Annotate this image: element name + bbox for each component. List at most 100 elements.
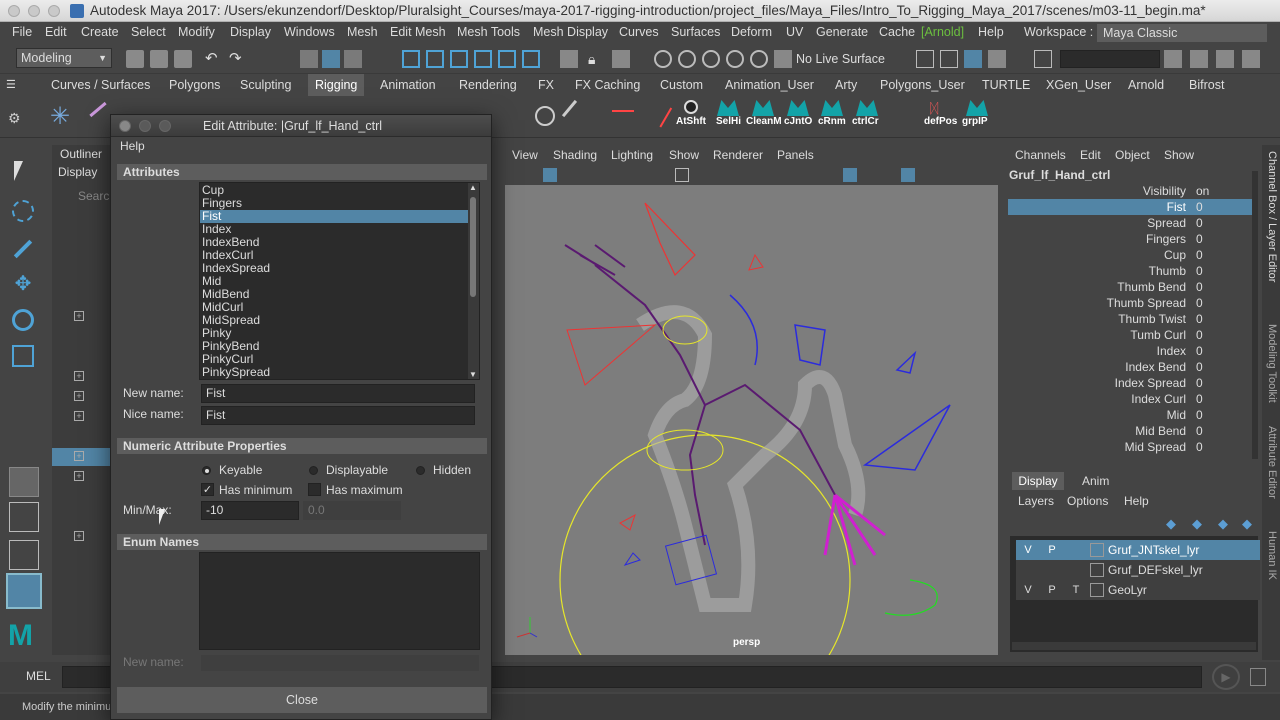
joint-tool-icon[interactable]: ✳: [50, 102, 70, 131]
enum-names-header[interactable]: Enum Names: [117, 534, 487, 550]
expand-icon[interactable]: +: [74, 371, 84, 381]
select-highlight-icon[interactable]: [612, 50, 630, 68]
menu-deform[interactable]: Deform: [731, 22, 772, 42]
input-output-icon[interactable]: [560, 50, 578, 68]
defpos-icon[interactable]: ᛞ: [930, 100, 952, 116]
undo-icon[interactable]: ↶: [205, 50, 223, 68]
menu-select[interactable]: Select: [131, 22, 166, 42]
menu-arnold[interactable]: [Arnold]: [921, 22, 964, 42]
channel-row[interactable]: Tumb Curl 0: [1008, 327, 1258, 343]
has-maximum-checkbox[interactable]: [308, 483, 321, 496]
new-layer-selected-icon[interactable]: ◆: [1242, 516, 1252, 532]
layer-playback-toggle[interactable]: P: [1044, 542, 1060, 558]
dialog-close-icon[interactable]: [119, 120, 131, 132]
layer-color-swatch[interactable]: [1090, 583, 1104, 597]
close-button[interactable]: Close: [117, 687, 487, 713]
menu-modify[interactable]: Modify: [178, 22, 215, 42]
channel-name[interactable]: Visibility: [1143, 183, 1186, 199]
layers-menu-layers[interactable]: Layers: [1018, 494, 1054, 508]
move-layer-down-icon[interactable]: ◆: [1192, 516, 1202, 532]
layer-row[interactable]: V P T GeoLyr: [1016, 580, 1260, 600]
layer-color-swatch[interactable]: [1090, 563, 1104, 577]
zoom-window-icon[interactable]: [48, 5, 60, 17]
channel-name[interactable]: Thumb Spread: [1107, 295, 1186, 311]
grid-icon[interactable]: [675, 168, 689, 182]
command-language-label[interactable]: MEL: [26, 669, 51, 683]
layer-row[interactable]: V P Gruf_JNTskel_lyr: [1016, 540, 1260, 560]
side-tab-channel-box[interactable]: Channel Box / Layer Editor: [1266, 151, 1278, 311]
quick-select-field[interactable]: [1060, 50, 1160, 68]
camera-icon[interactable]: [543, 168, 557, 182]
channel-row[interactable]: Fingers 0: [1008, 231, 1258, 247]
attribute-list-item[interactable]: Fist: [200, 210, 468, 223]
channel-row[interactable]: Index Curl 0: [1008, 391, 1258, 407]
lock-icon[interactable]: 🔒︎: [588, 50, 606, 68]
attribute-list-item[interactable]: IndexSpread: [200, 262, 468, 275]
expand-icon[interactable]: +: [74, 391, 84, 401]
expand-icon[interactable]: +: [74, 311, 84, 321]
channel-row[interactable]: Mid Bend 0: [1008, 423, 1258, 439]
magnet-icon[interactable]: [678, 50, 696, 68]
menu-edit[interactable]: Edit: [45, 22, 67, 42]
smooth-shade-icon[interactable]: [843, 168, 857, 182]
layer-visibility-toggle[interactable]: V: [1020, 542, 1036, 558]
channel-row[interactable]: Mid Spread 0: [1008, 439, 1258, 455]
layers-menu-options[interactable]: Options: [1067, 494, 1108, 508]
channel-row[interactable]: Index Bend 0: [1008, 359, 1258, 375]
viewport-3d[interactable]: persp: [505, 185, 998, 720]
viewport-menu-renderer[interactable]: Renderer: [713, 148, 763, 162]
make-live-icon[interactable]: [774, 50, 792, 68]
side-tab-attribute-editor[interactable]: Attribute Editor: [1266, 426, 1278, 536]
channel-value[interactable]: 0: [1196, 247, 1203, 263]
side-tab-modeling-toolkit[interactable]: Modeling Toolkit: [1266, 324, 1278, 434]
viewport-menu-view[interactable]: View: [512, 148, 538, 162]
channel-row[interactable]: Spread 0: [1008, 215, 1258, 231]
move-tool-icon[interactable]: ✥: [12, 273, 34, 295]
channel-row[interactable]: Cup 0: [1008, 247, 1258, 263]
channel-value[interactable]: 0: [1196, 263, 1203, 279]
attribute-list-scrollbar[interactable]: ▲ ▼: [468, 183, 479, 379]
channel-name[interactable]: Index Curl: [1131, 391, 1186, 407]
channel-row[interactable]: Thumb Spread 0: [1008, 295, 1258, 311]
dialog-menu-help[interactable]: Help: [120, 139, 145, 153]
channel-value[interactable]: 0: [1196, 343, 1203, 359]
attributes-section-header[interactable]: Attributes: [117, 164, 487, 180]
channel-row[interactable]: Thumb Twist 0: [1008, 311, 1258, 327]
layer-playback-toggle[interactable]: P: [1044, 582, 1060, 598]
channel-name[interactable]: Mid Bend: [1135, 423, 1186, 439]
cjnto-icon[interactable]: [787, 100, 809, 116]
rotate-tool-icon[interactable]: [12, 309, 34, 331]
channel-name[interactable]: Mid Spread: [1125, 439, 1186, 455]
viewport-menu-show[interactable]: Show: [669, 148, 699, 162]
menu-edit-mesh[interactable]: Edit Mesh: [390, 22, 446, 42]
channel-value[interactable]: 0: [1196, 391, 1203, 407]
play-overlay-icon[interactable]: ▶: [1212, 664, 1240, 690]
menu-create[interactable]: Create: [81, 22, 119, 42]
menu-curves[interactable]: Curves: [619, 22, 659, 42]
shelf-tab-curves-surfaces[interactable]: Curves / Surfaces: [51, 74, 150, 96]
channel-row[interactable]: Index Spread 0: [1008, 375, 1258, 391]
layer-type-toggle[interactable]: [1068, 542, 1084, 558]
ipr-render-icon[interactable]: [964, 50, 982, 68]
shelf-options-icon[interactable]: ☰: [6, 74, 16, 96]
menu-mesh-display[interactable]: Mesh Display: [533, 22, 608, 42]
snap-surface-icon[interactable]: [522, 50, 540, 68]
has-minimum-checkbox[interactable]: ✓: [201, 483, 214, 496]
channel-value[interactable]: 0: [1196, 327, 1203, 343]
workspace-select[interactable]: Maya Classic: [1097, 24, 1267, 42]
lasso-tool-icon[interactable]: [12, 200, 34, 222]
character-control-icon[interactable]: [1190, 50, 1208, 68]
layout-four-icon[interactable]: [9, 502, 39, 532]
numeric-properties-header[interactable]: Numeric Attribute Properties: [117, 438, 487, 454]
select-by-component-icon[interactable]: [344, 50, 362, 68]
channel-value[interactable]: 0: [1196, 423, 1203, 439]
save-scene-icon[interactable]: [174, 50, 192, 68]
atshft-icon[interactable]: [684, 100, 698, 114]
channel-menu-show[interactable]: Show: [1164, 148, 1194, 162]
render-settings-icon[interactable]: [988, 50, 1006, 68]
new-scene-icon[interactable]: [126, 50, 144, 68]
channel-row[interactable]: Thumb Bend 0: [1008, 279, 1258, 295]
layout-outliner-icon[interactable]: [6, 573, 42, 609]
expand-icon[interactable]: +: [74, 411, 84, 421]
menu-uv[interactable]: UV: [786, 22, 803, 42]
